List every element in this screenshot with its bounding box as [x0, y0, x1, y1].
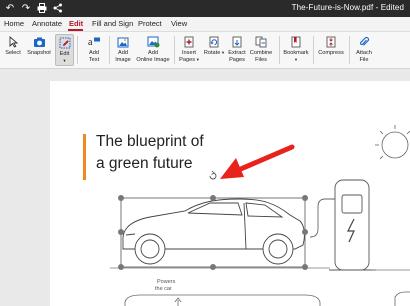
divider — [77, 36, 78, 64]
divider — [349, 36, 350, 64]
chevron-down-icon: ▾ — [196, 56, 199, 62]
compress-icon — [326, 36, 336, 48]
divider — [174, 36, 175, 64]
tab-bar: Home Annotate Edit Fill and Sign Protect… — [0, 17, 410, 32]
insert-pages-label-2: Pages — [179, 56, 196, 63]
rotate-label: Rotate — [203, 50, 221, 56]
chevron-down-icon: ▾ — [63, 57, 66, 63]
tab-view[interactable]: View — [171, 19, 187, 28]
extract-pages-icon — [232, 36, 242, 48]
bookmark-icon — [291, 36, 301, 48]
cursor-icon — [9, 36, 18, 48]
document-title: The-Future-is-Now.pdf - Edited — [291, 3, 404, 12]
charging-station-icon — [309, 179, 376, 271]
add-online-image-label-2: Online Image — [136, 56, 170, 63]
edit-label: Edit — [59, 51, 70, 57]
redo-icon[interactable]: ↷ — [20, 3, 32, 14]
bookmark-button[interactable]: Bookmark ▾ — [283, 34, 309, 63]
divider — [279, 36, 280, 64]
edit-button[interactable]: Edit ▾ — [55, 34, 74, 66]
car-illustration[interactable] — [122, 198, 305, 265]
divider — [109, 36, 110, 64]
add-image-label-1: Add — [118, 50, 128, 56]
tab-annotate[interactable]: Annotate — [32, 19, 62, 28]
combine-files-label-1: Combine — [249, 50, 273, 56]
compress-button[interactable]: Compress — [317, 34, 345, 57]
sun-icon — [375, 125, 410, 160]
svg-text:a: a — [88, 37, 93, 48]
combine-files-label-2: Files — [255, 56, 267, 63]
rotate-handle-icon[interactable] — [209, 170, 217, 180]
attach-file-label-2: File — [359, 56, 369, 63]
snapshot-button[interactable]: Snapshot — [26, 34, 52, 57]
document-viewport[interactable]: The blueprint of a green future Powers t… — [0, 69, 410, 306]
chevron-down-icon: ▾ — [294, 56, 298, 62]
attach-file-label-1: Attach — [356, 50, 372, 56]
add-text-button[interactable]: a Add Text — [84, 34, 104, 63]
paperclip-icon — [359, 36, 370, 46]
tab-edit[interactable]: Edit — [69, 19, 83, 28]
red-arrow-annotation — [220, 144, 295, 179]
select-button[interactable]: Select — [4, 34, 22, 57]
extract-pages-button[interactable]: Extract Pages — [227, 34, 247, 63]
add-image-label-2: Image — [115, 56, 131, 63]
rotate-button[interactable]: Rotate ▾ — [203, 34, 225, 57]
add-image-button[interactable]: Add Image — [113, 34, 133, 63]
active-tab-indicator — [68, 29, 83, 31]
add-text-icon: a — [88, 37, 100, 48]
divider — [313, 36, 314, 64]
print-icon[interactable] — [36, 3, 48, 14]
add-online-image-button[interactable]: Add Online Image — [136, 34, 170, 63]
insert-pages-label-1: Insert — [182, 50, 196, 56]
edit-icon — [59, 37, 70, 49]
image-icon — [117, 37, 129, 48]
camera-icon — [33, 37, 45, 47]
tab-home[interactable]: Home — [4, 19, 24, 28]
extract-pages-label-1: Extract — [228, 50, 246, 56]
lower-illustration — [124, 291, 410, 306]
caption-line-1: Powers — [157, 279, 176, 285]
add-text-label-2: Text — [88, 56, 100, 63]
online-image-icon — [147, 36, 159, 48]
rotate-icon — [209, 36, 219, 48]
page-illustration: Powers the car — [110, 125, 410, 306]
chevron-down-icon: ▾ — [221, 50, 225, 55]
ribbon-toolbar: Select Snapshot Edit ▾ a Add Text Add Im… — [0, 32, 410, 69]
tab-protect[interactable]: Protect — [138, 19, 162, 28]
select-label: Select — [5, 50, 21, 56]
add-online-image-label-1: Add — [148, 50, 158, 56]
snapshot-label: Snapshot — [27, 50, 51, 56]
insert-page-icon — [184, 36, 194, 48]
title-bar: ↶ ↷ The-Future-is-Now.pdf - Edited — [0, 0, 410, 17]
extract-pages-label-2: Pages — [229, 56, 245, 63]
bookmark-label: Bookmark — [283, 50, 309, 56]
add-text-label-1: Add — [89, 50, 99, 56]
tab-fill-and-sign[interactable]: Fill and Sign — [92, 19, 133, 28]
attach-file-button[interactable]: Attach File — [353, 34, 375, 63]
insert-pages-button[interactable]: Insert Pages ▾ — [178, 34, 200, 63]
compress-label: Compress — [318, 50, 344, 56]
combine-files-button[interactable]: Combine Files — [249, 34, 273, 63]
share-icon[interactable] — [52, 3, 64, 14]
combine-files-icon — [255, 36, 266, 48]
undo-icon[interactable]: ↶ — [4, 3, 16, 14]
caption-line-2: the car — [155, 286, 172, 292]
